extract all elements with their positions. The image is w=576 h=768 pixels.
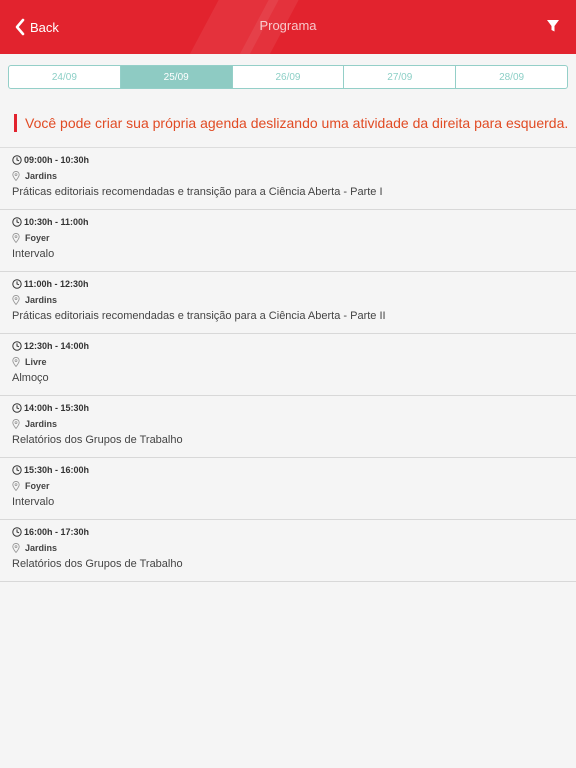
time-row: 12:30h - 14:00h bbox=[12, 341, 89, 351]
time-row: 14:00h - 15:30h bbox=[12, 403, 89, 413]
location-pin-icon bbox=[12, 419, 20, 429]
activity-title: Práticas editoriais recomendadas e trans… bbox=[12, 186, 383, 198]
date-tab[interactable]: 26/09 bbox=[231, 66, 344, 88]
location-text: Foyer bbox=[25, 481, 50, 491]
location-text: Jardins bbox=[25, 419, 58, 429]
clock-icon bbox=[12, 465, 22, 475]
location-row: Livre bbox=[12, 357, 47, 367]
hint-text: Você pode criar sua própria agenda desli… bbox=[25, 115, 569, 131]
nav-bar: Back Programa bbox=[0, 0, 576, 54]
activity-title: Intervalo bbox=[12, 248, 55, 260]
date-tab[interactable]: 28/09 bbox=[455, 66, 567, 88]
location-row: Foyer bbox=[12, 233, 50, 243]
time-row: 11:00h - 12:30h bbox=[12, 279, 89, 289]
location-pin-icon bbox=[12, 543, 20, 553]
activity-title: Intervalo bbox=[12, 496, 55, 508]
schedule-item[interactable]: 11:00h - 12:30h Jardins Práticas editoriai… bbox=[0, 272, 576, 334]
schedule-list: 09:00h - 10:30h Jardins Práticas editoriai… bbox=[0, 147, 576, 582]
location-pin-icon bbox=[12, 295, 20, 305]
time-text: 12:30h - 14:00h bbox=[24, 341, 90, 351]
location-text: Livre bbox=[25, 357, 47, 367]
time-text: 16:00h - 17:30h bbox=[24, 527, 90, 537]
schedule-item[interactable]: 12:30h - 14:00h Livre Almoço bbox=[0, 334, 576, 396]
schedule-item[interactable]: 16:00h - 17:30h Jardins Relatórios dos Gru… bbox=[0, 520, 576, 582]
location-row: Foyer bbox=[12, 481, 50, 491]
location-pin-icon bbox=[12, 481, 20, 491]
schedule-item[interactable]: 15:30h - 16:00h Foyer Intervalo bbox=[0, 458, 576, 520]
location-pin-icon bbox=[12, 171, 20, 181]
location-pin-icon bbox=[12, 233, 20, 243]
time-row: 16:00h - 17:30h bbox=[12, 527, 89, 537]
time-row: 09:00h - 10:30h bbox=[12, 155, 89, 165]
clock-icon bbox=[12, 217, 22, 227]
time-row: 15:30h - 16:00h bbox=[12, 465, 89, 475]
activity-title: Almoço bbox=[12, 372, 49, 384]
date-tab[interactable]: 27/09 bbox=[343, 66, 455, 88]
hint-banner: Você pode criar sua própria agenda desli… bbox=[14, 114, 568, 132]
time-text: 11:00h - 12:30h bbox=[24, 279, 89, 289]
location-row: Jardins bbox=[12, 419, 57, 429]
location-text: Jardins bbox=[25, 171, 58, 181]
clock-icon bbox=[12, 279, 22, 289]
activity-title: Relatórios dos Grupos de Trabalho bbox=[12, 434, 183, 446]
time-text: 10:30h - 11:00h bbox=[24, 217, 89, 227]
schedule-item[interactable]: 09:00h - 10:30h Jardins Práticas editoriai… bbox=[0, 148, 576, 210]
date-tabs: 24/09 25/09 26/09 27/09 28/09 bbox=[8, 65, 568, 89]
time-text: 09:00h - 10:30h bbox=[24, 155, 90, 165]
location-text: Foyer bbox=[25, 233, 50, 243]
time-text: 14:00h - 15:30h bbox=[24, 403, 90, 413]
date-tab[interactable]: 25/09 bbox=[119, 66, 232, 88]
schedule-item[interactable]: 14:00h - 15:30h Jardins Relatórios dos Gru… bbox=[0, 396, 576, 458]
time-row: 10:30h - 11:00h bbox=[12, 217, 89, 227]
hint-accent-bar bbox=[14, 114, 17, 132]
clock-icon bbox=[12, 341, 22, 351]
location-text: Jardins bbox=[25, 543, 58, 553]
location-row: Jardins bbox=[12, 171, 57, 181]
location-row: Jardins bbox=[12, 543, 57, 553]
location-row: Jardins bbox=[12, 295, 57, 305]
activity-title: Práticas editoriais recomendadas e trans… bbox=[12, 310, 386, 322]
schedule-item[interactable]: 10:30h - 11:00h Foyer Intervalo bbox=[0, 210, 576, 272]
clock-icon bbox=[12, 155, 22, 165]
activity-title: Relatórios dos Grupos de Trabalho bbox=[12, 558, 183, 570]
location-pin-icon bbox=[12, 357, 20, 367]
time-text: 15:30h - 16:00h bbox=[24, 465, 90, 475]
clock-icon bbox=[12, 403, 22, 413]
date-tab[interactable]: 24/09 bbox=[9, 66, 120, 88]
clock-icon bbox=[12, 527, 22, 537]
page-title: Programa bbox=[259, 18, 317, 33]
location-text: Jardins bbox=[25, 295, 58, 305]
filter-icon[interactable] bbox=[546, 19, 560, 33]
